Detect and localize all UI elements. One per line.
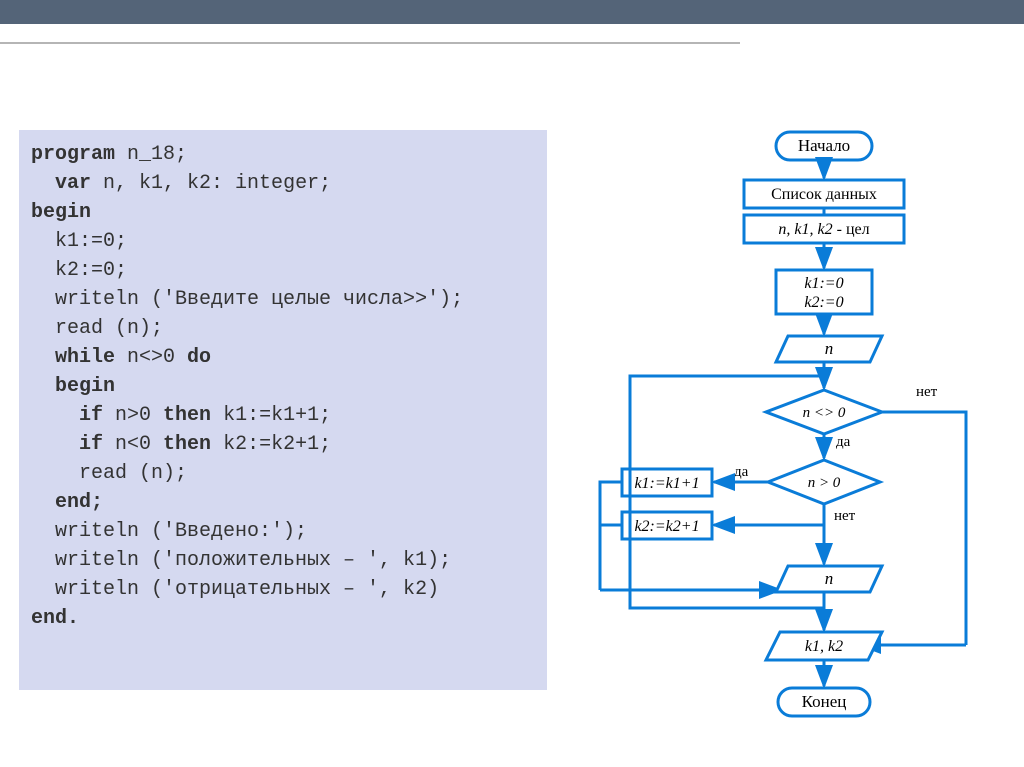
datalist-text: Список данных	[771, 186, 877, 203]
assign1-text: k1:=k1+1	[634, 475, 699, 492]
code-l7: read (n);	[31, 317, 163, 340]
code-l4: k1:=0;	[31, 230, 127, 253]
input-n2-text: n	[825, 569, 834, 588]
top-line	[0, 42, 740, 44]
code-l8b: n<>0	[115, 346, 187, 369]
kw-while: while	[55, 346, 115, 369]
code-l10b: n>0	[103, 404, 163, 427]
cond2-no: нет	[834, 508, 856, 524]
code-l15: writeln ('положительных – ', k1);	[31, 549, 451, 572]
top-bar	[0, 0, 1024, 24]
init2-text: k2:=0	[804, 294, 843, 311]
code-l2b: n, k1, k2: integer;	[91, 172, 331, 195]
start-text: Начало	[798, 136, 850, 155]
input-n-text: n	[825, 339, 834, 358]
kw-then2: then	[163, 433, 211, 456]
cond2-yes: да	[734, 464, 749, 480]
kw-if2: if	[79, 433, 103, 456]
code-l1b: n_18;	[115, 143, 187, 166]
flowchart: Начало Список данных n, k1, k2 - цел k1:…	[580, 130, 1010, 750]
code-l11b: n<0	[103, 433, 163, 456]
kw-then1: then	[163, 404, 211, 427]
kw-end2: end.	[31, 607, 79, 630]
cond2-text: n > 0	[808, 475, 841, 491]
kw-begin2: begin	[55, 375, 115, 398]
code-l5: k2:=0;	[31, 259, 127, 282]
kw-var: var	[55, 172, 91, 195]
output-text: k1, k2	[805, 638, 843, 655]
cond1-text: n <> 0	[803, 405, 846, 421]
init1-text: k1:=0	[804, 275, 843, 292]
kw-begin: begin	[31, 201, 91, 224]
assign2-text: k2:=k2+1	[634, 518, 699, 535]
code-block: program n_18; var n, k1, k2: integer; be…	[19, 130, 547, 690]
kw-end1: end;	[55, 491, 103, 514]
code-l16: writeln ('отрицательных – ', k2)	[31, 578, 439, 601]
cond1-yes: да	[836, 434, 851, 450]
code-l6: writeln ('Введите целые числа>>');	[31, 288, 463, 311]
vars-text: n, k1, k2 - цел	[778, 221, 869, 238]
kw-do: do	[187, 346, 211, 369]
end-text: Конец	[802, 692, 847, 711]
kw-if1: if	[79, 404, 103, 427]
code-l10d: k1:=k1+1;	[211, 404, 331, 427]
cond1-no: нет	[916, 384, 938, 400]
code-l11d: k2:=k2+1;	[211, 433, 331, 456]
code-l14: writeln ('Введено:');	[31, 520, 307, 543]
kw-program: program	[31, 143, 115, 166]
code-l12: read (n);	[31, 462, 187, 485]
